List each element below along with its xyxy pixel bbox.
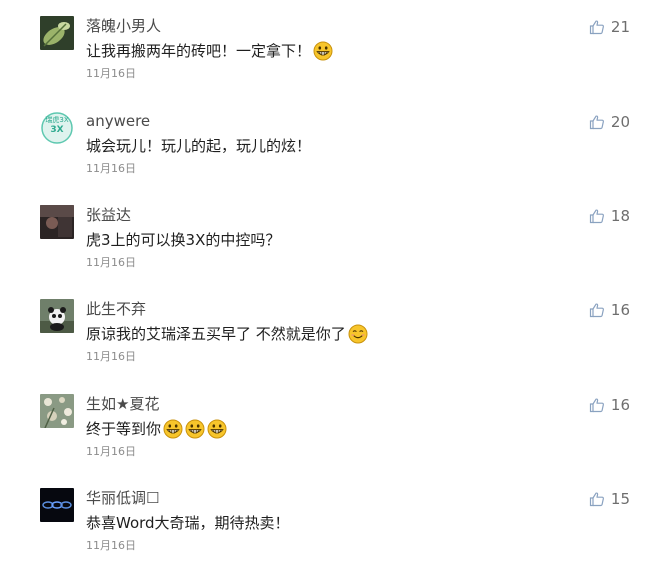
comment-author[interactable]: 张益达 xyxy=(86,205,131,225)
comment-text-row: 终于等到你 xyxy=(86,418,227,440)
like-button[interactable]: 16 xyxy=(589,300,630,320)
dark-scene-avatar[interactable] xyxy=(40,205,74,239)
badge-3x-avatar[interactable]: 3X瑞虎3X xyxy=(40,111,74,145)
comment-date: 11月16日 xyxy=(86,445,136,459)
comment-text: 终于等到你 xyxy=(86,418,161,440)
thumbs-up-icon[interactable] xyxy=(589,19,605,35)
comment-text: 让我再搬两年的砖吧！一定拿下！ xyxy=(86,40,311,62)
comment-date: 11月16日 xyxy=(86,350,136,364)
grin-emoji xyxy=(207,419,227,439)
like-count: 16 xyxy=(611,395,630,415)
cars-logo-avatar[interactable] xyxy=(40,488,74,522)
panda-avatar[interactable] xyxy=(40,299,74,333)
comment-item: 3X瑞虎3X anywere 城会玩儿！玩儿的起，玩儿的炫！ 11月16日 20 xyxy=(0,95,664,189)
comment-text: 城会玩儿！玩儿的起，玩儿的炫！ xyxy=(86,135,311,157)
avatar-text: 瑞虎3X xyxy=(40,116,74,124)
comment-date: 11月16日 xyxy=(86,162,136,176)
like-count: 20 xyxy=(611,112,630,132)
like-button[interactable]: 15 xyxy=(589,489,630,509)
comment-text: 原谅我的艾瑞泽五买早了 不然就是你了 xyxy=(86,323,346,345)
comment-author[interactable]: 华丽低调☐ xyxy=(86,488,159,508)
like-button[interactable]: 18 xyxy=(589,206,630,226)
comment-list: 落魄小男人让我再搬两年的砖吧！一定拿下！ 11月16日 21 3X瑞虎3X anywer… xyxy=(0,0,664,562)
comment-item: 落魄小男人让我再搬两年的砖吧！一定拿下！ 11月16日 21 xyxy=(0,0,664,94)
comment-author[interactable]: 落魄小男人 xyxy=(86,16,161,36)
comment-date: 11月16日 xyxy=(86,539,136,553)
comment-text-row: 恭喜Word大奇瑞，期待热卖！ xyxy=(86,512,290,534)
like-count: 18 xyxy=(611,206,630,226)
like-button[interactable]: 21 xyxy=(589,17,630,37)
comment-text-row: 城会玩儿！玩儿的起，玩儿的炫！ xyxy=(86,135,311,157)
thumbs-up-icon[interactable] xyxy=(589,302,605,318)
like-button[interactable]: 20 xyxy=(589,112,630,132)
smile-emoji xyxy=(348,324,368,344)
comment-item: 此生不弃原谅我的艾瑞泽五买早了 不然就是你了 11月16日 16 xyxy=(0,283,664,377)
grin-emoji xyxy=(185,419,205,439)
comment-text: 恭喜Word大奇瑞，期待热卖！ xyxy=(86,512,290,534)
thumbs-up-icon[interactable] xyxy=(589,208,605,224)
comment-text-row: 让我再搬两年的砖吧！一定拿下！ xyxy=(86,40,333,62)
grin-emoji xyxy=(163,419,183,439)
comment-item: 华丽低调☐ 恭喜Word大奇瑞，期待热卖！ 11月16日 15 xyxy=(0,472,664,566)
comment-author[interactable]: anywere xyxy=(86,111,150,131)
leaf-avatar[interactable] xyxy=(40,16,74,50)
comment-item: 生如★夏花终于等到你 11月16日 16 xyxy=(0,378,664,472)
comment-author[interactable]: 生如★夏花 xyxy=(86,394,159,414)
comment-text-row: 原谅我的艾瑞泽五买早了 不然就是你了 xyxy=(86,323,368,345)
grin-emoji xyxy=(313,41,333,61)
comment-date: 11月16日 xyxy=(86,67,136,81)
flowers-avatar[interactable] xyxy=(40,394,74,428)
thumbs-up-icon[interactable] xyxy=(589,114,605,130)
comment-item: 张益达虎3上的可以换3X的中控吗？ 11月16日 18 xyxy=(0,189,664,283)
thumbs-up-icon[interactable] xyxy=(589,397,605,413)
comment-text: 虎3上的可以换3X的中控吗？ xyxy=(86,229,280,251)
like-count: 16 xyxy=(611,300,630,320)
like-count: 15 xyxy=(611,489,630,509)
comment-date: 11月16日 xyxy=(86,256,136,270)
comment-text-row: 虎3上的可以换3X的中控吗？ xyxy=(86,229,280,251)
thumbs-up-icon[interactable] xyxy=(589,491,605,507)
svg-text:3X: 3X xyxy=(50,125,63,135)
like-count: 21 xyxy=(611,17,630,37)
like-button[interactable]: 16 xyxy=(589,395,630,415)
comment-author[interactable]: 此生不弃 xyxy=(86,299,146,319)
